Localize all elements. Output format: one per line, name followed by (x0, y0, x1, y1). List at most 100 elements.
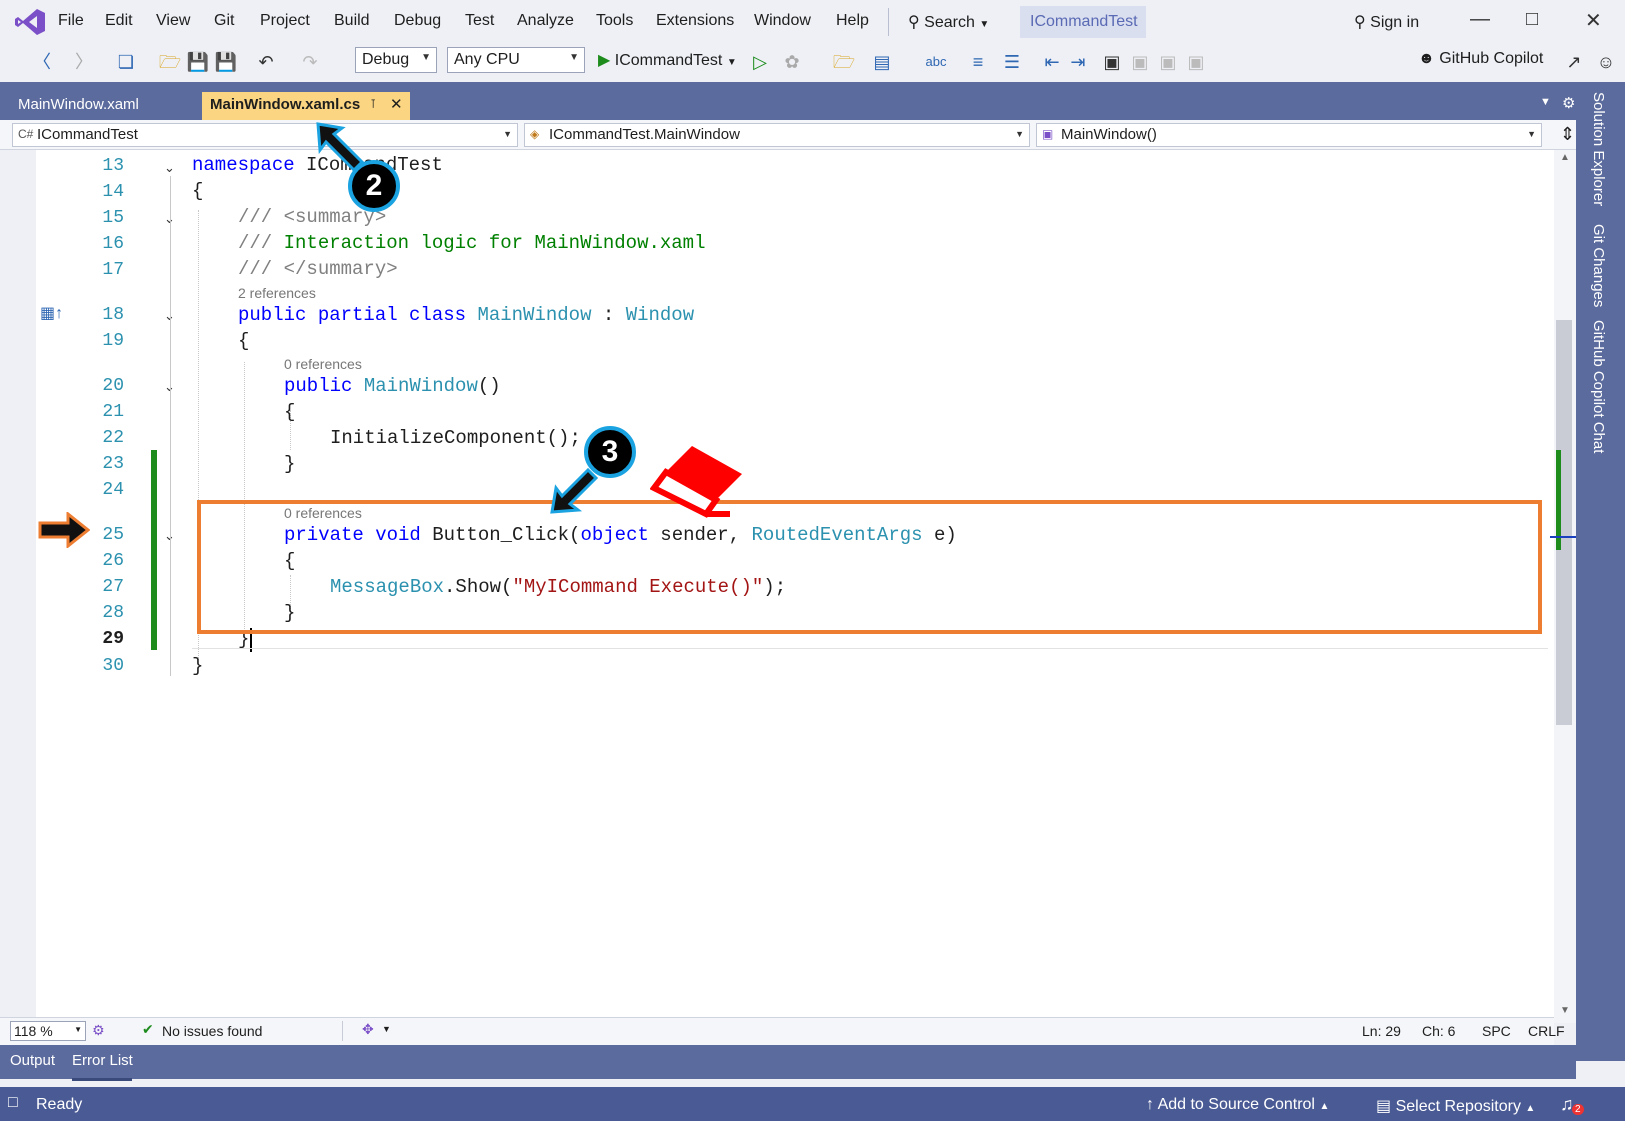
error-list-tab[interactable]: Error List (72, 1052, 133, 1069)
comment-icon[interactable]: ≡ (966, 50, 990, 74)
codelens-references[interactable]: 2 references (238, 285, 316, 301)
chevron-down-icon: ▼ (1527, 129, 1536, 139)
next-bookmark-icon[interactable]: ▣ (1156, 50, 1180, 74)
line-number: 27 (102, 577, 124, 597)
chevron-up-icon: ▲ (1525, 1103, 1536, 1114)
chevron-up-icon: ▲ (1319, 1101, 1330, 1112)
git-changes-tab[interactable]: Git Changes (1590, 224, 1607, 307)
change-marker (151, 450, 157, 650)
bookmark-icon[interactable]: ▣ (1100, 50, 1124, 74)
outdent-icon[interactable]: ⇤ (1040, 50, 1064, 74)
add-source-label: Add to Source Control (1157, 1096, 1315, 1113)
menu-help[interactable]: Help (836, 12, 869, 30)
menu-tools[interactable]: Tools (596, 12, 633, 30)
indent-icon[interactable]: ⇥ (1066, 50, 1090, 74)
github-copilot-button[interactable]: ☻ GitHub Copilot (1418, 50, 1543, 68)
search-button[interactable]: ⚲ Search ▼ (908, 12, 989, 32)
menu-project[interactable]: Project (260, 12, 310, 30)
platform-select[interactable]: Any CPU ▼ (447, 47, 585, 73)
line-number: 24 (102, 480, 124, 500)
window-layout-icon[interactable]: ▤ (870, 50, 894, 74)
notifications-button[interactable]: ♫ 2 (1560, 1094, 1584, 1115)
menu-build[interactable]: Build (334, 12, 370, 30)
feedback-icon[interactable]: ☺ (1594, 50, 1618, 74)
add-to-source-control-button[interactable]: ↑ Add to Source Control ▲ (1146, 1096, 1329, 1114)
start-without-debug-icon[interactable]: ▷ (748, 50, 772, 74)
spell-check-icon[interactable]: abc (924, 50, 948, 74)
open-folder-icon[interactable]: 🗁 (158, 50, 182, 74)
code-line-19: { (238, 330, 250, 352)
configuration-select[interactable]: Debug ▼ (355, 47, 437, 73)
fold-chevron-icon[interactable]: ⌄ (164, 160, 175, 176)
start-debug-button[interactable]: ▶ ICommandTest ▼ (598, 50, 737, 70)
member-nav-value: MainWindow() (1061, 126, 1157, 143)
type-nav-select[interactable]: ◈ ICommandTest.MainWindow ▼ (524, 123, 1030, 147)
code-line-23: } (284, 453, 296, 475)
project-nav-select[interactable]: C# ICommandTest ▼ (12, 123, 518, 147)
scroll-down-icon[interactable]: ▼ (1560, 1005, 1570, 1016)
issues-status[interactable]: No issues found (162, 1023, 262, 1039)
tab-mainwindow-xaml[interactable]: MainWindow.xaml (10, 92, 202, 120)
inheritance-margin-icon[interactable]: ▦↑ (40, 303, 63, 323)
close-window-icon[interactable]: ✕ (1585, 8, 1602, 33)
member-nav-select[interactable]: ▣ MainWindow() ▼ (1036, 123, 1542, 147)
split-editor-icon[interactable]: ⇕ (1560, 124, 1575, 145)
menu-git[interactable]: Git (214, 12, 234, 30)
prev-bookmark-icon[interactable]: ▣ (1128, 50, 1152, 74)
tab-mainwindow-xaml-cs[interactable]: MainWindow.xaml.cs ⊺ ✕ (202, 92, 410, 120)
share-icon[interactable]: ↗ (1562, 50, 1586, 74)
codelens-references[interactable]: 0 references (284, 356, 362, 372)
menu-edit[interactable]: Edit (105, 12, 133, 30)
menu-window[interactable]: Window (754, 12, 811, 30)
menu-analyze[interactable]: Analyze (517, 12, 574, 30)
tool-window-tab-bar (0, 1045, 1576, 1079)
sign-in-button[interactable]: ⚲ Sign in (1354, 12, 1419, 32)
github-copilot-chat-tab[interactable]: GitHub Copilot Chat (1590, 320, 1607, 453)
tab-label: MainWindow.xaml.cs (210, 96, 361, 113)
undo-icon[interactable]: ↶ (254, 50, 278, 74)
chevron-down-icon: ▼ (421, 52, 431, 63)
chevron-down-icon[interactable]: ▼ (382, 1024, 391, 1034)
redo-icon[interactable]: ↷ (298, 50, 322, 74)
menu-file[interactable]: File (58, 12, 84, 30)
forward-icon[interactable]: 〉 (72, 50, 96, 74)
maximize-icon[interactable]: □ (1526, 8, 1538, 31)
save-icon[interactable]: 💾 (186, 50, 210, 74)
project-title-badge: ICommandTest (1020, 6, 1146, 38)
menu-extensions[interactable]: Extensions (656, 12, 734, 30)
copilot-icon: ☻ (1418, 50, 1435, 67)
back-icon[interactable]: 〈 (30, 50, 54, 74)
code-line-16: /// Interaction logic for MainWindow.xam… (238, 232, 706, 254)
gear-icon[interactable]: ⚙ (1562, 94, 1575, 112)
pin-icon[interactable]: ⊺ (370, 97, 376, 111)
menu-debug[interactable]: Debug (394, 12, 441, 30)
minimize-icon[interactable]: — (1470, 8, 1490, 31)
solution-explorer-icon[interactable]: 🗁 (832, 50, 856, 74)
scroll-up-icon[interactable]: ▲ (1560, 152, 1570, 163)
close-icon[interactable]: ✕ (390, 95, 403, 113)
line-number: 14 (102, 182, 124, 202)
zoom-select[interactable]: 118 % ▼ (10, 1021, 86, 1041)
menu-view[interactable]: View (156, 12, 190, 30)
save-all-icon[interactable]: 💾 (214, 50, 238, 74)
new-project-icon[interactable]: ❏ (114, 50, 138, 74)
run-target-label: ICommandTest (614, 52, 723, 69)
line-indicator[interactable]: Ln: 29 (1362, 1023, 1401, 1039)
brush-icon[interactable]: ✥ (362, 1021, 374, 1038)
line-number: 18 (102, 305, 124, 325)
output-tab[interactable]: Output (10, 1052, 55, 1069)
tab-overflow-icon[interactable]: ▼ (1540, 96, 1551, 108)
code-cleanup-icon[interactable]: ⚙ (92, 1022, 105, 1039)
whitespace-indicator[interactable]: SPC (1482, 1023, 1511, 1039)
tab-underline (72, 1078, 132, 1081)
solution-explorer-tab[interactable]: Solution Explorer (1590, 92, 1607, 206)
menu-test[interactable]: Test (465, 12, 494, 30)
method-icon: ▣ (1042, 127, 1054, 141)
select-repository-button[interactable]: ▤ Select Repository ▲ (1376, 1096, 1535, 1116)
format-icon[interactable]: ☰ (1000, 50, 1024, 74)
clear-bookmarks-icon[interactable]: ▣ (1184, 50, 1208, 74)
indicator-margin (0, 150, 36, 1023)
line-ending-indicator[interactable]: CRLF (1528, 1023, 1565, 1039)
column-indicator[interactable]: Ch: 6 (1422, 1023, 1455, 1039)
hot-reload-icon[interactable]: ✿ (780, 50, 804, 74)
